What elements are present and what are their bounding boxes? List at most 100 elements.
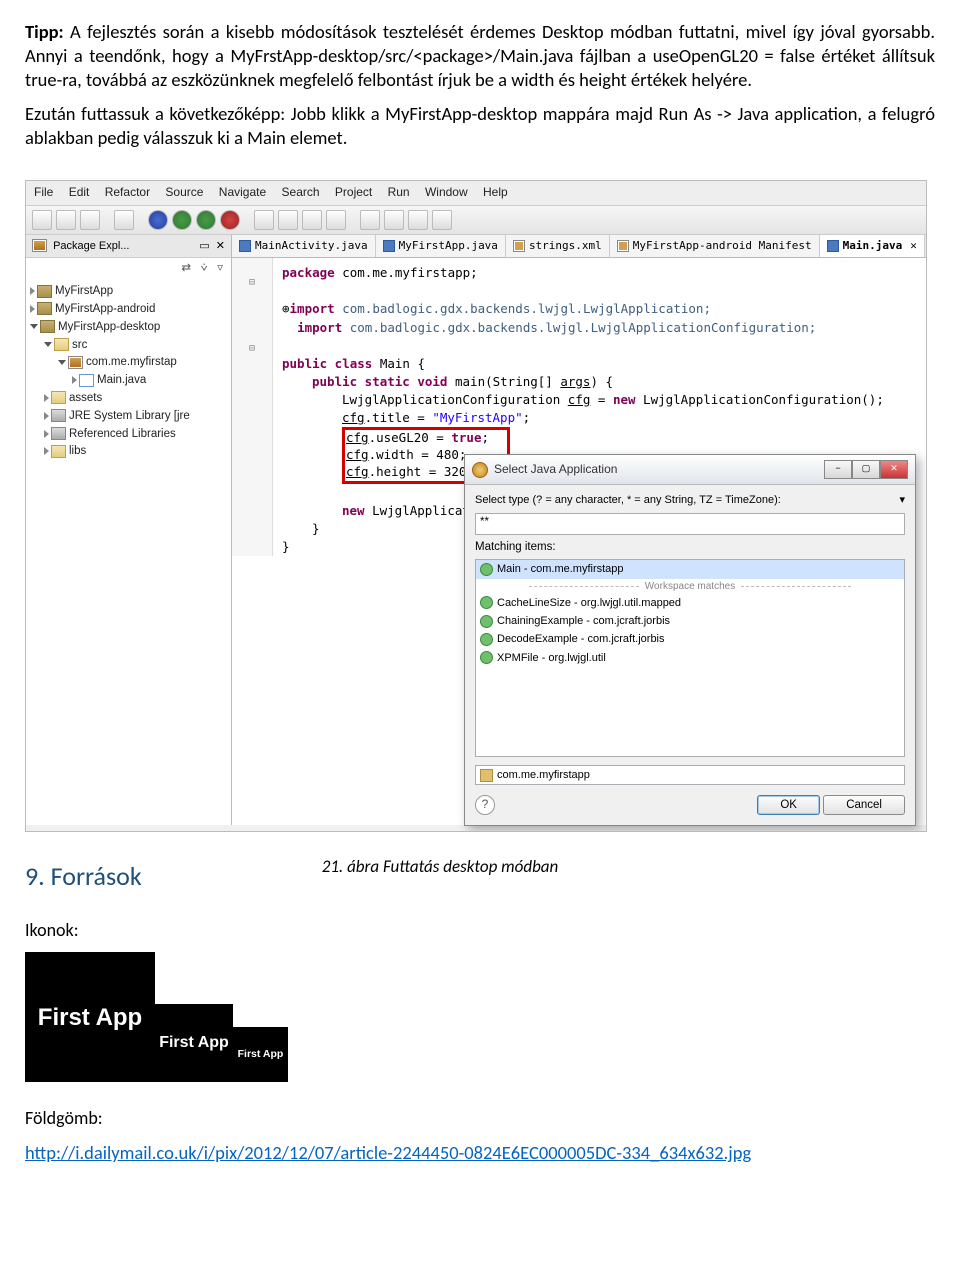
tree-libs[interactable]: libs: [30, 443, 227, 461]
java-file-icon: [239, 240, 251, 252]
select-type-label: Select type (? = any character, * = any …: [475, 493, 905, 507]
project-tree: MyFirstApp MyFirstApp-android MyFirstApp…: [26, 279, 231, 465]
tree-main-java[interactable]: Main.java: [30, 372, 227, 390]
close-tab-icon[interactable]: ✕: [910, 239, 917, 253]
section-heading: 9. Források: [25, 860, 142, 894]
dialog-title: Select Java Application: [494, 462, 818, 478]
maximize-button[interactable]: ▢: [852, 460, 880, 479]
sidebar-toolbar: ⇄ ⩒ ▿: [26, 258, 231, 279]
gutter: ⊟ ⊟: [232, 258, 273, 556]
tab-mainactivity[interactable]: MainActivity.java: [232, 235, 376, 257]
class-icon: [480, 615, 493, 628]
java-file-icon: [827, 240, 839, 252]
toolbar: [26, 205, 926, 235]
toolbar-save-icon[interactable]: [56, 210, 76, 230]
tree-project-2[interactable]: MyFirstApp-android: [30, 301, 227, 319]
ok-button[interactable]: OK: [757, 795, 820, 815]
toolbar-next-icon[interactable]: [384, 210, 404, 230]
tip-text-1: A fejlesztés során a kisebb módosítások …: [25, 20, 935, 91]
app-icon-large: First App: [25, 952, 155, 1082]
close-button[interactable]: ✕: [880, 460, 908, 479]
toolbar-new-icon[interactable]: [32, 210, 52, 230]
package-explorer-tab[interactable]: Package Expl... ✕ ▭: [26, 235, 231, 258]
list-item[interactable]: CacheLineSize - org.lwjgl.util.mapped: [476, 594, 904, 612]
paragraph-2: Ezután futtassuk a következőképp: Jobb k…: [25, 102, 935, 150]
menu-help[interactable]: Help: [483, 185, 508, 199]
list-item[interactable]: ChainingExample - com.jcraft.jorbis: [476, 612, 904, 630]
tab-strings[interactable]: strings.xml: [506, 235, 610, 257]
menu-file[interactable]: File: [34, 185, 53, 199]
java-file-icon: [383, 240, 395, 252]
toolbar-back-icon[interactable]: [408, 210, 428, 230]
package-icon: [480, 769, 493, 782]
tree-ref-libs[interactable]: Referenced Libraries: [30, 426, 227, 444]
package-explorer: Package Expl... ✕ ▭ ⇄ ⩒ ▿ MyFirstApp MyF…: [26, 235, 232, 825]
cancel-button[interactable]: Cancel: [823, 795, 905, 815]
toolbar-new-class-icon[interactable]: [278, 210, 298, 230]
dropdown-icon[interactable]: ▾: [899, 493, 905, 507]
minimize-button[interactable]: −: [824, 460, 852, 479]
matching-items-label: Matching items:: [475, 540, 905, 555]
tab-main[interactable]: Main.java✕: [820, 235, 925, 257]
menu-refactor[interactable]: Refactor: [105, 185, 150, 199]
app-icon-medium: First App: [155, 1004, 233, 1082]
menubar: File Edit Refactor Source Navigate Searc…: [26, 181, 926, 205]
manifest-file-icon: [617, 240, 629, 252]
toolbar-new-package-icon[interactable]: [254, 210, 274, 230]
toolbar-debug-icon[interactable]: [148, 210, 168, 230]
toolbar-forward-icon[interactable]: [432, 210, 452, 230]
list-item[interactable]: DecodeExample - com.jcraft.jorbis: [476, 630, 904, 648]
tree-jre[interactable]: JRE System Library [jre: [30, 408, 227, 426]
menu-navigate[interactable]: Navigate: [219, 185, 266, 199]
toolbar-build-icon[interactable]: [114, 210, 134, 230]
tree-project-3[interactable]: MyFirstApp-desktop: [30, 319, 227, 337]
list-item-main[interactable]: Main - com.me.myfirstapp: [476, 560, 904, 578]
toolbar-run-icon[interactable]: [172, 210, 192, 230]
select-java-application-dialog: Select Java Application − ▢ ✕ Select typ…: [464, 454, 916, 826]
subhead-foldgomb: Földgömb:: [25, 1107, 935, 1130]
toolbar-prev-icon[interactable]: [360, 210, 380, 230]
help-icon[interactable]: ?: [475, 795, 495, 815]
tab-manifest[interactable]: MyFirstApp-android Manifest: [610, 235, 820, 257]
figure-caption: 21. ábra Futtatás desktop módban: [322, 856, 559, 878]
tree-project-1[interactable]: MyFirstApp: [30, 283, 227, 301]
java-icon: [472, 462, 488, 478]
close-icon[interactable]: ✕: [216, 239, 225, 253]
toolbar-run-last-icon[interactable]: [196, 210, 216, 230]
toolbar-open-type-icon[interactable]: [302, 210, 322, 230]
menu-source[interactable]: Source: [165, 185, 203, 199]
class-icon: [480, 651, 493, 664]
tip-label: Tipp:: [25, 20, 64, 43]
tree-package[interactable]: com.me.myfirstap: [30, 354, 227, 372]
tree-src[interactable]: src: [30, 337, 227, 355]
minimize-icon[interactable]: ▭: [199, 239, 209, 253]
menu-project[interactable]: Project: [335, 185, 372, 199]
tip-paragraph: Tipp: A fejlesztés során a kisebb módosí…: [25, 20, 935, 92]
package-icon: [32, 239, 47, 252]
toolbar-stop-icon[interactable]: [220, 210, 240, 230]
menu-search[interactable]: Search: [282, 185, 320, 199]
matching-items-list: Main - com.me.myfirstapp Workspace match…: [475, 559, 905, 756]
app-icon-small: First App: [233, 1027, 288, 1082]
menu-window[interactable]: Window: [425, 185, 468, 199]
ide-screenshot: File Edit Refactor Source Navigate Searc…: [25, 180, 927, 832]
toolbar-saveall-icon[interactable]: [80, 210, 100, 230]
icon-row: First App First App First App: [25, 952, 935, 1082]
tree-assets[interactable]: assets: [30, 390, 227, 408]
workspace-separator: Workspace matches: [476, 579, 904, 594]
class-icon: [480, 633, 493, 646]
class-icon: [480, 563, 493, 576]
source-link[interactable]: http://i.dailymail.co.uk/i/pix/2012/12/0…: [25, 1141, 751, 1164]
filter-input[interactable]: **: [475, 513, 905, 535]
menu-edit[interactable]: Edit: [69, 185, 90, 199]
tab-myfirstapp[interactable]: MyFirstApp.java: [376, 235, 506, 257]
list-item[interactable]: XPMFile - org.lwjgl.util: [476, 649, 904, 667]
dialog-titlebar: Select Java Application − ▢ ✕: [465, 455, 915, 485]
class-icon: [480, 596, 493, 609]
editor-tabs: MainActivity.java MyFirstApp.java string…: [232, 235, 926, 258]
menu-run[interactable]: Run: [388, 185, 410, 199]
toolbar-search-icon[interactable]: [326, 210, 346, 230]
package-explorer-label: Package Expl...: [53, 240, 129, 252]
xml-file-icon: [513, 240, 525, 252]
subhead-ikonok: Ikonok:: [25, 919, 935, 942]
